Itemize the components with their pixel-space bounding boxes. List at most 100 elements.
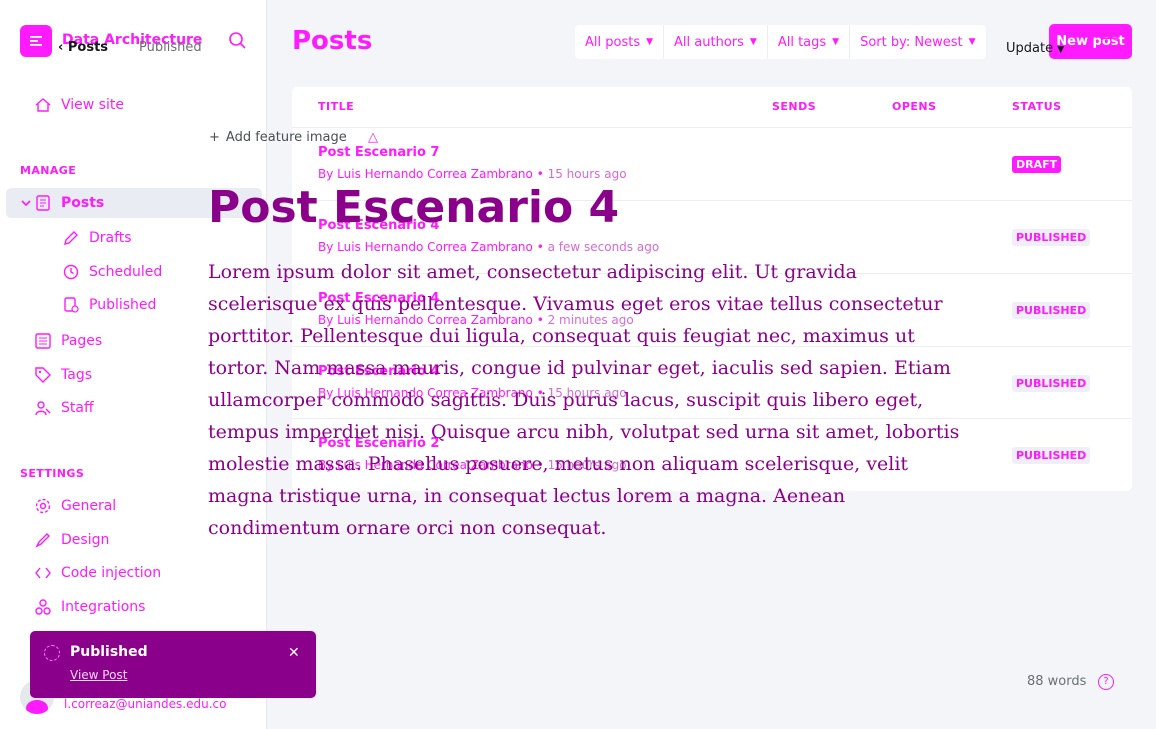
view-site-link[interactable]: View site [34, 96, 124, 114]
help-icon[interactable]: ? [1098, 674, 1114, 690]
sidebar-item-staff-label: Staff [61, 400, 94, 416]
filter-bar: All posts ▼ All authors ▼ All tags ▼ Sort b… [575, 25, 986, 59]
manage-section-title: MANAGE [20, 164, 77, 177]
view-site-label: View site [61, 97, 124, 113]
table-row[interactable]: Post Escenario 7 By Luis Hernando Correa… [292, 127, 1132, 200]
status-badge: PUBLISHED [1012, 375, 1091, 392]
gear-icon [35, 498, 51, 514]
posts-icon [36, 195, 50, 211]
column-header-opens: OPENS [892, 100, 937, 113]
posts-table: TITLE SENDS OPENS STATUS Post Escenario … [292, 87, 1132, 491]
sidebar-item-design[interactable]: Design [34, 531, 109, 549]
filter-all-posts[interactable]: All posts ▼ [575, 25, 665, 59]
code-icon [35, 567, 51, 579]
post-time: 15 hours ago [547, 167, 627, 181]
post-title[interactable]: Post Escenario 4 [318, 291, 439, 306]
filter-all-posts-label: All posts [585, 34, 641, 50]
post-title[interactable]: Post Escenario 4 [318, 218, 439, 233]
filter-sort-label: Sort by: Newest [860, 34, 963, 50]
column-header-title: TITLE [318, 100, 355, 113]
sidebar-item-general-label: General [61, 498, 117, 514]
settings-section-title: SETTINGS [20, 467, 85, 480]
sidebar-item-published[interactable]: Published [62, 296, 156, 314]
sidebar-item-scheduled[interactable]: Scheduled [62, 263, 162, 281]
avatar[interactable] [20, 680, 54, 714]
post-author: By Luis Hernando Correa Zambrano [318, 167, 533, 181]
staff-icon [35, 401, 51, 416]
post-meta: By Luis Hernando Correa Zambrano • a few… [318, 240, 660, 254]
search-icon[interactable] [228, 31, 248, 51]
post-time: 15 hours ago [547, 458, 627, 472]
tag-icon [35, 367, 51, 383]
post-meta: By Luis Hernando Correa Zambrano • 2 min… [318, 313, 634, 327]
status-badge: PUBLISHED [1012, 302, 1091, 319]
post-author: By Luis Hernando Correa Zambrano [318, 240, 533, 254]
sidebar-item-integrations[interactable]: Integrations [34, 598, 145, 616]
table-row[interactable]: Post Escenario 2 By Luis Hernando Correa… [292, 418, 1132, 491]
sidebar-item-design-label: Design [61, 532, 110, 548]
user-email: l.correaz@uniandes.edu.co [64, 697, 227, 711]
filter-all-tags[interactable]: All tags ▼ [768, 25, 851, 59]
chevron-down-icon[interactable] [20, 197, 32, 209]
sidebar-item-scheduled-label: Scheduled [89, 264, 163, 280]
sidebar-item-tags-label: Tags [61, 367, 92, 383]
column-header-sends: SENDS [772, 100, 817, 113]
table-row[interactable]: Post Escenario 4 By Luis Hernando Correa… [292, 273, 1132, 346]
sidebar-item-integrations-label: Integrations [61, 599, 146, 615]
pencil-icon [64, 231, 78, 245]
sidebar: Data Architecture View site MANAGE Posts… [0, 0, 267, 729]
post-meta: By Luis Hernando Correa Zambrano • 15 ho… [318, 167, 627, 181]
sidebar-item-posts-label: Posts [61, 195, 105, 211]
post-meta: By Luis Hernando Correa Zambrano • 15 ho… [318, 386, 627, 400]
column-header-status: STATUS [1012, 100, 1062, 113]
integrations-icon [35, 599, 51, 615]
post-title[interactable]: Post Escenario 4 [318, 364, 439, 379]
post-title[interactable]: Post Escenario 2 [318, 436, 439, 451]
sidebar-item-pages-label: Pages [61, 333, 103, 349]
post-author: By Luis Hernando Correa Zambrano [318, 386, 533, 400]
chevron-down-icon: ▼ [832, 37, 840, 47]
sidebar-item-general[interactable]: General [34, 497, 116, 515]
page-title: Posts [292, 26, 373, 56]
post-time: a few seconds ago [547, 240, 660, 254]
sidebar-item-published-label: Published [89, 297, 157, 313]
sidebar-item-drafts[interactable]: Drafts [62, 229, 132, 247]
status-badge: DRAFT [1012, 156, 1062, 173]
update-label: Update [1006, 41, 1054, 56]
filter-all-tags-label: All tags [777, 34, 827, 50]
home-icon [35, 98, 51, 112]
pages-icon [35, 333, 51, 349]
new-post-button[interactable]: New post [1049, 24, 1132, 59]
published-icon [64, 297, 79, 313]
user-name[interactable]: Luis Hernando Corre... [64, 677, 209, 692]
filter-all-authors-label: All authors [674, 34, 744, 50]
brush-icon [35, 533, 50, 548]
status-badge: PUBLISHED [1012, 447, 1091, 464]
sidebar-item-tags[interactable]: Tags [34, 366, 92, 384]
post-title[interactable]: Post Escenario 7 [318, 145, 439, 160]
sidebar-item-pages[interactable]: Pages [34, 332, 102, 350]
sidebar-item-code-injection[interactable]: Code injection [34, 564, 161, 582]
status-badge: PUBLISHED [1012, 229, 1091, 246]
table-row[interactable]: Post Escenario 4 By Luis Hernando Correa… [292, 200, 1132, 273]
filter-all-authors[interactable]: All authors ▼ [664, 25, 768, 59]
brand-logo[interactable] [20, 25, 52, 57]
chevron-down-icon: ▼ [749, 37, 757, 47]
table-row[interactable]: Post Escenario 4 By Luis Hernando Correa… [292, 346, 1132, 419]
chevron-down-icon: ▼ [646, 37, 654, 47]
post-author: By Luis Hernando Correa Zambrano [318, 458, 533, 472]
close-icon[interactable]: ✕ [288, 645, 300, 661]
sidebar-item-code-injection-label: Code injection [61, 565, 162, 581]
sidebar-item-staff[interactable]: Staff [34, 399, 94, 417]
brand-name[interactable]: Data Architecture [62, 32, 202, 48]
chevron-down-icon: ▼ [968, 37, 976, 47]
clock-icon [63, 264, 79, 280]
filter-sort[interactable]: Sort by: Newest ▼ [850, 25, 985, 59]
word-count: 88 words [1027, 674, 1087, 689]
post-author: By Luis Hernando Correa Zambrano [318, 313, 533, 327]
post-time: 2 minutes ago [547, 313, 634, 327]
post-time: 15 hours ago [547, 386, 627, 400]
post-meta: By Luis Hernando Correa Zambrano • 15 ho… [318, 458, 627, 472]
brand-logo-icon [30, 36, 42, 46]
sidebar-item-posts[interactable]: Posts [34, 194, 104, 212]
